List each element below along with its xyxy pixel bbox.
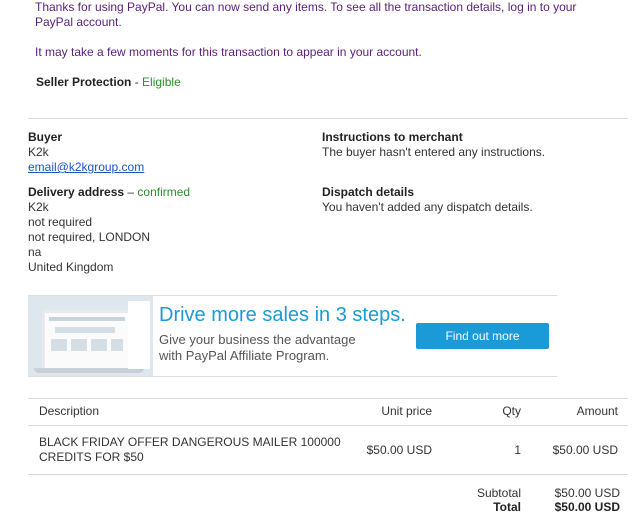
- seller-protection-separator: -: [131, 75, 143, 89]
- delivery-heading: Delivery address: [28, 185, 125, 199]
- delivery-line: not required: [28, 215, 93, 229]
- instructions-heading: Instructions to merchant: [322, 130, 463, 144]
- laptop-illustration: [28, 296, 153, 376]
- table-top-border: [28, 398, 628, 399]
- banner-subtext-line-2: with PayPal Affiliate Program.: [159, 348, 330, 363]
- delivery-heading-row: Delivery address – confirmed: [28, 185, 190, 200]
- banner-subtext: Give your business the advantage with Pa…: [159, 332, 356, 364]
- buyer-name: K2k: [28, 145, 49, 159]
- item-amount: $50.00 USD: [552, 443, 618, 457]
- col-header-unit-price: Unit price: [381, 404, 432, 418]
- item-description-line-1: BLACK FRIDAY OFFER DANGEROUS MAILER 1000…: [39, 435, 341, 449]
- delivery-dash: –: [124, 185, 138, 199]
- delivery-line: United Kingdom: [28, 260, 114, 274]
- intro-line-3: It may take a few moments for this trans…: [35, 45, 422, 59]
- buyer-email-link[interactable]: email@k2kgroup.com: [28, 160, 144, 175]
- table-header-border: [28, 425, 628, 426]
- total-label: Total: [493, 500, 521, 514]
- intro-line-2: PayPal account.: [35, 15, 122, 29]
- buyer-heading: Buyer: [28, 130, 63, 144]
- col-header-description: Description: [39, 404, 100, 418]
- total-value: $50.00 USD: [554, 500, 620, 514]
- seller-protection: Seller Protection - Eligible: [36, 75, 181, 90]
- dispatch-heading: Dispatch details: [322, 185, 415, 199]
- item-qty: 1: [514, 443, 521, 457]
- laptop-screen: [42, 310, 136, 372]
- instructions-text: The buyer hasn't entered any instruction…: [322, 145, 546, 159]
- dispatch-text: You haven't added any dispatch details.: [322, 200, 533, 214]
- col-header-amount: Amount: [576, 404, 618, 418]
- delivery-line: not required, LONDON: [28, 230, 151, 244]
- delivery-line: na: [28, 245, 42, 259]
- col-header-qty: Qty: [502, 404, 521, 418]
- table-row-border: [28, 474, 628, 475]
- item-unit-price: $50.00 USD: [366, 443, 432, 457]
- item-description-line-2: CREDITS FOR $50: [39, 450, 144, 464]
- banner-subtext-line-1: Give your business the advantage: [159, 332, 356, 347]
- affiliate-banner: Drive more sales in 3 steps. Give your b…: [28, 295, 557, 377]
- banner-headline: Drive more sales in 3 steps.: [159, 304, 406, 326]
- divider: [28, 118, 628, 119]
- subtotal-value: $50.00 USD: [554, 486, 620, 500]
- subtotal-label: Subtotal: [476, 486, 521, 500]
- find-out-more-button[interactable]: Find out more: [416, 323, 549, 349]
- delivery-line: K2k: [28, 200, 49, 214]
- delivery-status: confirmed: [137, 185, 191, 199]
- seller-protection-label: Seller Protection: [36, 75, 132, 89]
- intro-line-1: Thanks for using PayPal. You can now sen…: [35, 0, 577, 14]
- seller-protection-status: Eligible: [142, 75, 181, 89]
